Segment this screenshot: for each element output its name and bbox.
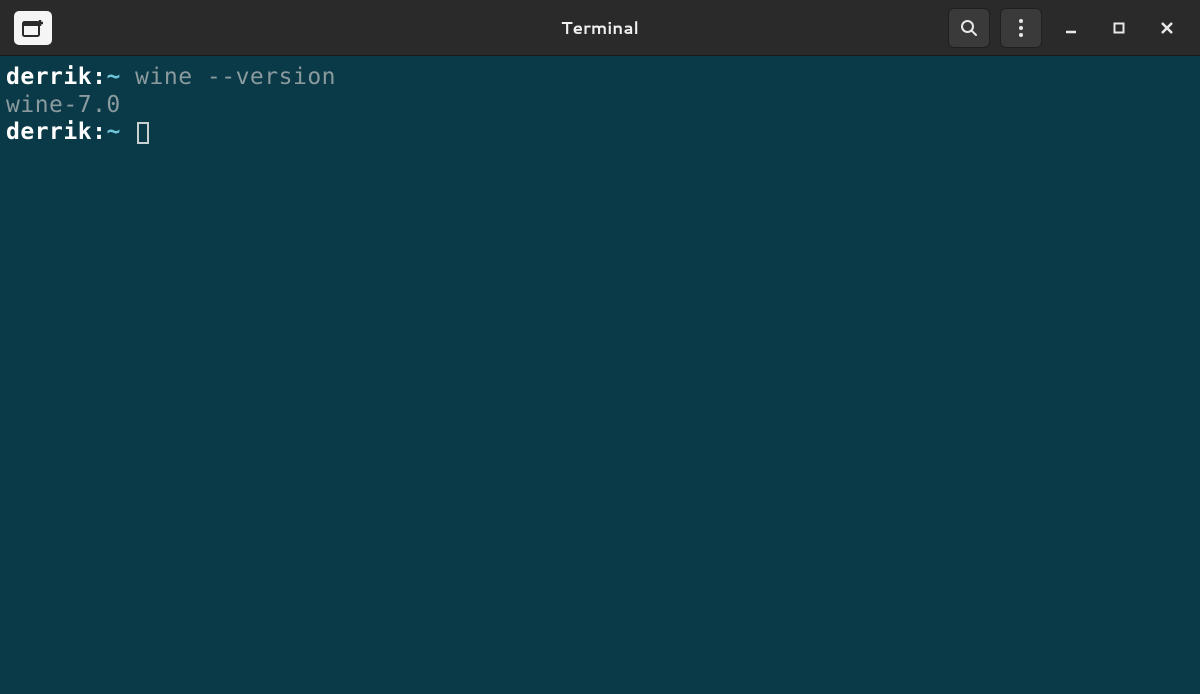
- cursor: [137, 122, 149, 144]
- minimize-button[interactable]: [1052, 8, 1090, 48]
- terminal-line: derrik:~ wine --version: [6, 64, 1194, 92]
- prompt-path: ~: [106, 119, 120, 145]
- command-output: wine-7.0: [6, 92, 121, 118]
- titlebar-right: [948, 8, 1186, 48]
- command-text: wine --version: [121, 64, 336, 90]
- prompt-separator: :: [92, 64, 106, 90]
- titlebar: Terminal: [0, 0, 1200, 56]
- terminal-body[interactable]: derrik:~ wine --version wine-7.0 derrik:…: [0, 56, 1200, 155]
- minimize-icon: [1064, 21, 1078, 35]
- window-title: Terminal: [561, 16, 639, 40]
- new-tab-button[interactable]: [14, 11, 52, 45]
- maximize-icon: [1112, 21, 1126, 35]
- prompt-user: derrik: [6, 64, 92, 90]
- terminal-line: derrik:~: [6, 119, 1194, 147]
- prompt-separator: :: [92, 119, 106, 145]
- maximize-button[interactable]: [1100, 8, 1138, 48]
- kebab-menu-icon: [1019, 19, 1023, 37]
- close-button[interactable]: [1148, 8, 1186, 48]
- terminal-line: wine-7.0: [6, 92, 1194, 120]
- new-tab-icon: [22, 19, 44, 37]
- prompt-user: derrik: [6, 119, 92, 145]
- prompt-path: ~: [106, 64, 120, 90]
- close-icon: [1160, 21, 1174, 35]
- search-button[interactable]: [948, 8, 990, 48]
- titlebar-left: [14, 11, 52, 45]
- search-icon: [960, 19, 978, 37]
- command-text: [121, 119, 135, 145]
- menu-button[interactable]: [1000, 8, 1042, 48]
